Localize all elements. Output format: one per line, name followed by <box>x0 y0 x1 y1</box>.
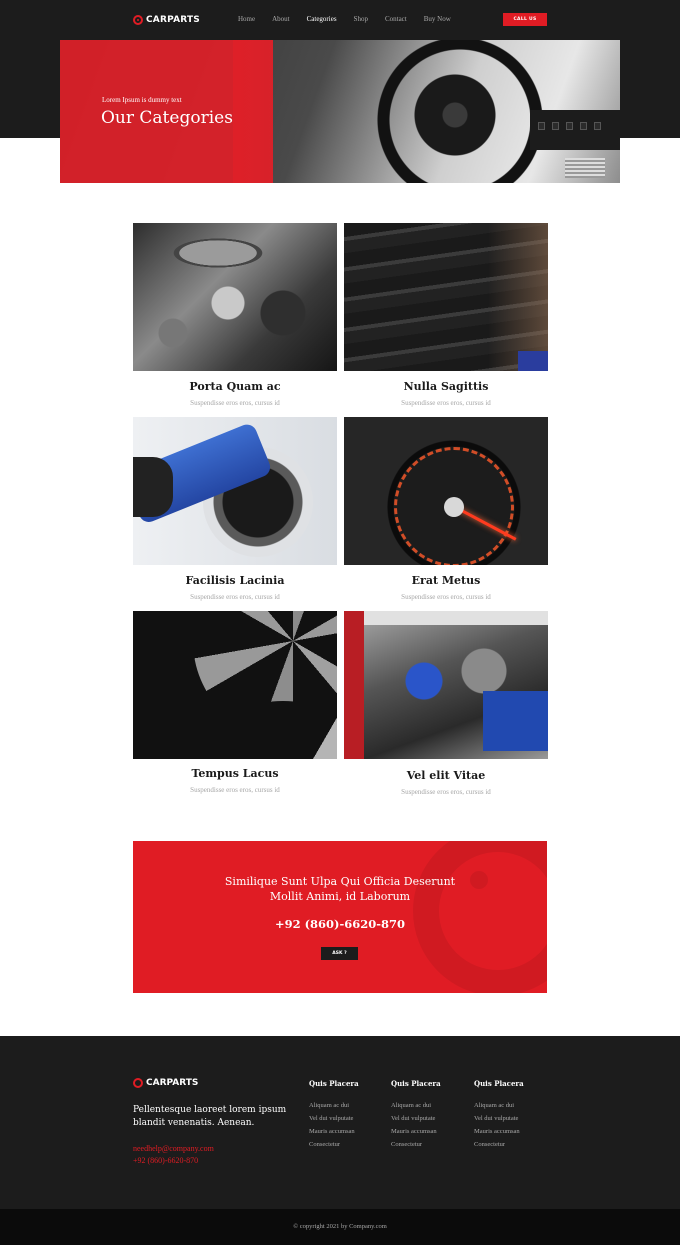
footer-link[interactable]: Consectetur <box>391 1141 441 1148</box>
steering-wheel-icon <box>133 1078 143 1088</box>
nav-shop[interactable]: Shop <box>354 15 368 23</box>
category-image-fuel-nozzle[interactable] <box>133 417 337 565</box>
copyright-bar: © copyright 2021 by Company.com <box>0 1209 680 1245</box>
footer-description: Pellentesque laoreet lorem ipsum blandit… <box>133 1105 287 1128</box>
footer-column: Quis Placera Aliquam ac dui Vel dui vulp… <box>474 1079 524 1154</box>
category-title[interactable]: Porta Quam ac <box>133 380 337 393</box>
footer-logo[interactable]: CARPARTS <box>133 1078 198 1088</box>
footer-link[interactable]: Aliquam ac dui <box>391 1102 441 1109</box>
footer-phone-link[interactable]: +92 (860)-6620-870 <box>133 1156 198 1165</box>
category-subtitle: Suspendisse eros eros, cursus id <box>190 399 280 407</box>
footer: CARPARTS Pellentesque laoreet lorem ipsu… <box>0 1036 680 1209</box>
cta-heading-line-1: Similique Sunt Ulpa Qui Officia Deserunt <box>224 875 456 888</box>
hero-subtitle: Lorem Ipsum is dummy text <box>102 96 182 104</box>
nav-buy-now[interactable]: Buy Now <box>424 15 451 23</box>
main-nav: Home About Categories Shop Contact Buy N… <box>238 15 468 23</box>
category-subtitle: Suspendisse eros eros, cursus id <box>190 593 280 601</box>
footer-link[interactable]: Aliquam ac dui <box>474 1102 524 1109</box>
footer-link[interactable]: Mauris accumsan <box>474 1128 524 1135</box>
nav-categories[interactable]: Categories <box>307 15 337 23</box>
category-title[interactable]: Nulla Sagittis <box>344 380 548 393</box>
footer-link[interactable]: Vel dui vulputate <box>474 1115 524 1122</box>
category-title[interactable]: Vel elit Vitae <box>344 769 548 782</box>
footer-link[interactable]: Consectetur <box>474 1141 524 1148</box>
category-title[interactable]: Tempus Lacus <box>133 767 337 780</box>
copyright-text: © copyright 2021 by Company.com <box>293 1223 387 1230</box>
footer-email-link[interactable]: needhelp@company.com <box>133 1144 214 1153</box>
category-title[interactable]: Facilisis Lacinia <box>133 574 337 587</box>
logo[interactable]: CARPARTS <box>133 13 200 27</box>
footer-column-heading: Quis Placera <box>391 1079 441 1088</box>
footer-brand-name: CARPARTS <box>146 1078 199 1088</box>
footer-link[interactable]: Mauris accumsan <box>391 1128 441 1135</box>
cta-phone[interactable]: +92 (860)-6620-870 <box>133 917 547 931</box>
footer-link[interactable]: Vel dui vulputate <box>309 1115 359 1122</box>
nav-about[interactable]: About <box>272 15 290 23</box>
category-subtitle: Suspendisse eros eros, cursus id <box>190 786 280 794</box>
footer-link[interactable]: Vel dui vulputate <box>391 1115 441 1122</box>
cta-heading-line-2: Mollit Animi, id Laborum <box>269 890 411 903</box>
ask-button[interactable]: ASK ? <box>321 947 358 960</box>
footer-column: Quis Placera Aliquam ac dui Vel dui vulp… <box>309 1079 359 1154</box>
category-title[interactable]: Erat Metus <box>344 574 548 587</box>
cta-banner: Similique Sunt Ulpa Qui Officia Deserunt… <box>133 841 547 993</box>
call-us-button[interactable]: CALL US <box>503 13 547 26</box>
footer-column-heading: Quis Placera <box>474 1079 524 1088</box>
category-subtitle: Suspendisse eros eros, cursus id <box>401 593 491 601</box>
brand-name: CARPARTS <box>146 15 200 25</box>
nav-contact[interactable]: Contact <box>385 15 407 23</box>
footer-link[interactable]: Consectetur <box>309 1141 359 1148</box>
dashboard-buttons <box>530 110 620 150</box>
footer-link[interactable]: Mauris accumsan <box>309 1128 359 1135</box>
nav-home[interactable]: Home <box>238 15 255 23</box>
footer-link[interactable]: Aliquam ac dui <box>309 1102 359 1109</box>
category-image-engine-bay[interactable] <box>344 611 548 759</box>
air-vent <box>565 158 605 178</box>
steering-wheel-icon <box>133 15 143 25</box>
footer-column-heading: Quis Placera <box>309 1079 359 1088</box>
footer-column: Quis Placera Aliquam ac dui Vel dui vulp… <box>391 1079 441 1154</box>
page-title: Our Categories <box>101 108 233 128</box>
category-image-engine[interactable] <box>133 223 337 371</box>
category-subtitle: Suspendisse eros eros, cursus id <box>401 399 491 407</box>
category-image-speedometer[interactable] <box>344 417 548 565</box>
category-subtitle: Suspendisse eros eros, cursus id <box>401 788 491 796</box>
category-image-tyres[interactable] <box>344 223 548 371</box>
category-image-rims[interactable] <box>133 611 337 759</box>
